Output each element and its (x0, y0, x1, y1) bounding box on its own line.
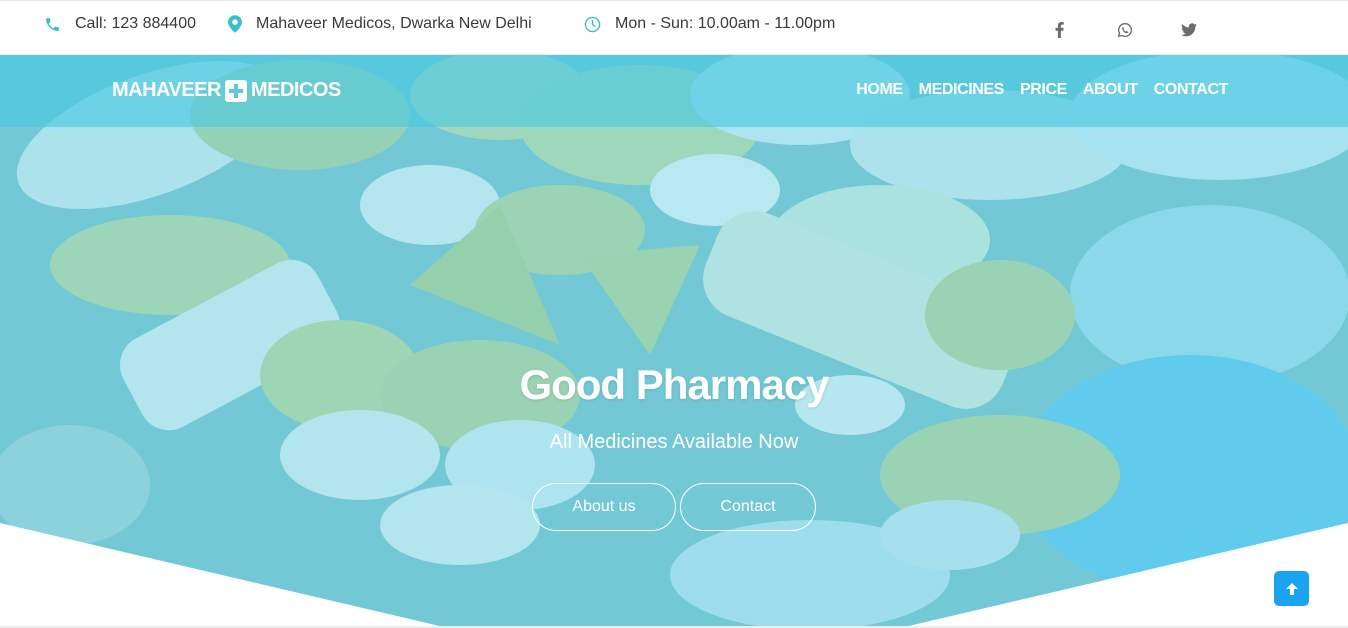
twitter-link[interactable] (1180, 21, 1198, 39)
twitter-icon (1181, 23, 1197, 37)
phone-info: Call: 123 884400 (44, 15, 196, 33)
hours-text: Mon - Sun: 10.00am - 11.00pm (615, 15, 836, 32)
clock-icon (584, 16, 601, 32)
top-info-bar: Call: 123 884400 Mahaveer Medicos, Dwark… (0, 0, 1348, 55)
whatsapp-link[interactable] (1116, 21, 1134, 39)
hero-bottom-divider (0, 523, 1348, 628)
facebook-link[interactable] (1050, 21, 1068, 39)
hero-section: MAHAVEER MEDICOS HOME MEDICINES PRICE AB… (0, 55, 1348, 628)
facebook-icon (1055, 22, 1064, 38)
hours-info: Mon - Sun: 10.00am - 11.00pm (584, 15, 835, 33)
map-marker-icon (228, 15, 242, 33)
whatsapp-icon (1117, 22, 1133, 38)
arrow-up-icon (1285, 582, 1298, 595)
address-text: Mahaveer Medicos, Dwarka New Delhi (256, 15, 532, 32)
address-info: Mahaveer Medicos, Dwarka New Delhi (228, 15, 532, 33)
phone-icon (46, 17, 59, 31)
scroll-to-top-button[interactable] (1274, 571, 1309, 606)
phone-text: Call: 123 884400 (75, 15, 196, 32)
